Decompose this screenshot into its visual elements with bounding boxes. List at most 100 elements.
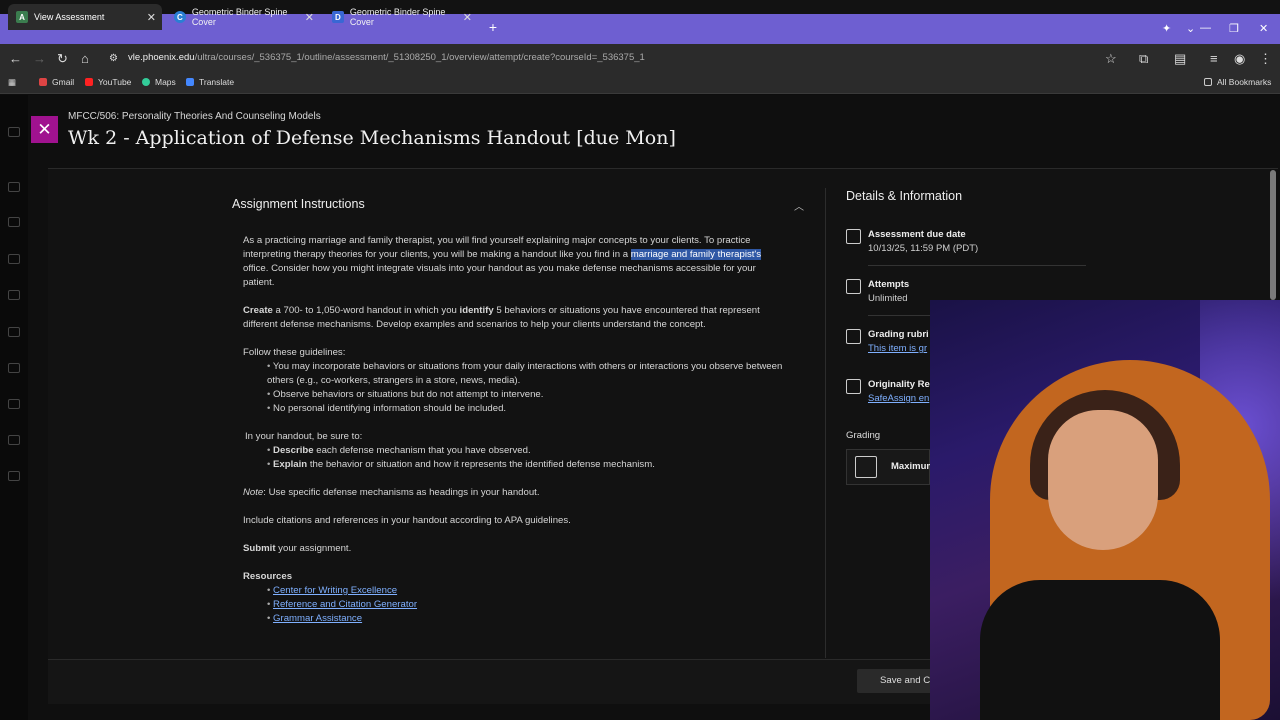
rail-item-icon[interactable] (8, 217, 20, 227)
note-text: : Use specific defense mechanisms as hea… (263, 487, 540, 498)
bookmark-label: Translate (199, 77, 235, 87)
create-paragraph: Create a 700- to 1,050-word handout in w… (243, 304, 788, 332)
media-icon[interactable]: ≡ (1210, 51, 1218, 66)
rail-item-icon[interactable] (8, 399, 20, 409)
sure-item: Explain the behavior or situation and ho… (267, 458, 788, 472)
rail-item-icon[interactable] (8, 435, 20, 445)
scrollbar[interactable] (1270, 170, 1276, 300)
identify-bold: identify (459, 305, 494, 316)
close-tab-icon[interactable]: ✕ (147, 11, 156, 24)
profile-avatar-icon[interactable]: ◉ (1234, 51, 1245, 67)
checkbox-icon (846, 279, 861, 294)
tab-favicon-icon: D (332, 11, 344, 23)
guideline-item: Observe behaviors or situations but do n… (267, 388, 788, 402)
bookmark-translate[interactable]: Translate (186, 77, 234, 87)
safeassign-link[interactable]: SafeAssign en (868, 393, 929, 404)
report-icon (846, 379, 861, 394)
close-tab-icon[interactable]: ✕ (305, 11, 314, 24)
maximize-icon[interactable]: ❐ (1229, 22, 1239, 35)
bookmark-star-icon[interactable]: ☆ (1105, 51, 1117, 67)
collapse-chevron-icon[interactable]: ︿ (794, 198, 804, 213)
tab-geometric-binder-1[interactable]: C Geometric Binder Spine Cover ✕ (166, 4, 320, 30)
close-window-icon[interactable]: ✕ (1259, 22, 1268, 35)
back-icon[interactable]: ← (9, 51, 22, 66)
tab-favicon-icon: A (16, 11, 28, 23)
guideline-item: You may incorporate behaviors or situati… (267, 360, 788, 388)
reload-icon[interactable]: ↻ (57, 51, 68, 67)
tab-search-icon[interactable]: ⌄ (1186, 22, 1195, 35)
create-bold: Create (243, 305, 273, 316)
minimize-icon[interactable]: — (1200, 22, 1211, 34)
sure-intro: In your handout, be sure to: (245, 431, 363, 442)
tab-label: View Assessment (34, 12, 105, 22)
youtube-icon (85, 78, 93, 86)
rail-item-icon[interactable] (8, 290, 20, 300)
maps-icon (142, 78, 150, 86)
bookmark-youtube[interactable]: YouTube (85, 77, 131, 87)
rubric-label: Grading rubri (868, 329, 929, 340)
menu-icon[interactable]: ⋮ (1259, 51, 1272, 67)
attempts-value: Unlimited (868, 293, 908, 304)
resource-item: Center for Writing Excellence (267, 584, 788, 598)
resource-link-writing[interactable]: Center for Writing Excellence (273, 585, 397, 596)
close-tab-icon[interactable]: ✕ (463, 11, 472, 24)
apps-icon[interactable]: ▦ (8, 77, 16, 88)
bookmark-label: YouTube (98, 77, 132, 87)
site-info-icon[interactable]: ⚙ (109, 53, 118, 64)
intro-text: office. Consider how you might integrate… (243, 263, 756, 288)
rail-item-icon[interactable] (8, 127, 20, 137)
sure-item: Describe each defense mechanism that you… (267, 444, 788, 458)
rail-item-icon[interactable] (8, 363, 20, 373)
bookmark-maps[interactable]: Maps (142, 77, 176, 87)
resources-list: Center for Writing Excellence Reference … (267, 584, 788, 626)
details-divider (868, 265, 1086, 266)
url-domain: vle.phoenix.edu (128, 52, 195, 63)
all-bookmarks[interactable]: All Bookmarks (1204, 77, 1271, 87)
grading-card[interactable]: Maximum (846, 449, 935, 485)
resource-item: Grammar Assistance (267, 612, 788, 626)
bookmark-gmail[interactable]: Gmail (39, 77, 74, 87)
rail-item-icon[interactable] (8, 254, 20, 264)
submit-text: your assignment. (275, 543, 352, 554)
gemini-icon[interactable]: ✦ (1162, 22, 1171, 35)
sidebar-icon[interactable]: ▤ (1174, 51, 1186, 67)
new-tab-icon[interactable]: + (486, 20, 500, 34)
intro-paragraph: As a practicing marriage and family ther… (243, 234, 788, 290)
rail-item-icon[interactable] (8, 182, 20, 192)
resource-link-grammar[interactable]: Grammar Assistance (273, 613, 362, 624)
home-icon[interactable]: ⌂ (81, 51, 89, 66)
guidelines-intro: Follow these guidelines: (243, 347, 346, 358)
originality-label: Originality Re (868, 379, 930, 390)
extensions-icon[interactable]: ⧉ (1139, 51, 1148, 67)
forward-icon[interactable]: → (33, 51, 46, 66)
rail-item-icon[interactable] (8, 471, 20, 481)
save-and-close-button[interactable]: Save and C (857, 669, 937, 693)
rubric-link[interactable]: This item is gr (868, 343, 927, 354)
webcam-overlay (930, 300, 1280, 720)
due-label: Assessment due date (868, 229, 966, 240)
url-path: /ultra/courses/_536375_1/outline/assessm… (194, 52, 645, 63)
bookmark-label: Gmail (52, 77, 75, 87)
rail-item-icon[interactable] (8, 327, 20, 337)
due-value: 10/13/25, 11:59 PM (PDT) (868, 243, 979, 254)
webcam-person (1048, 410, 1158, 550)
grading-max-label: Maximum (891, 461, 935, 472)
note-paragraph: Note: Use specific defense mechanisms as… (243, 486, 788, 500)
submit-bold: Submit (243, 543, 276, 554)
close-panel-button[interactable]: ✕ (31, 116, 58, 143)
resources-heading: Resources (243, 570, 788, 584)
left-rail (0, 95, 28, 720)
url-field[interactable]: vle.phoenix.edu/ultra/courses/_536375_1/… (128, 52, 645, 63)
details-heading: Details & Information (846, 189, 963, 203)
rubric-grid-icon (846, 329, 861, 344)
tab-favicon-icon: C (174, 11, 186, 23)
grading-list-icon (855, 456, 877, 478)
tab-geometric-binder-2[interactable]: D Geometric Binder Spine Cover ✕ (324, 4, 478, 30)
sure-list: Describe each defense mechanism that you… (267, 444, 788, 472)
tab-view-assessment[interactable]: A View Assessment ✕ (8, 4, 162, 30)
folder-icon (1204, 78, 1212, 86)
tab-label: Geometric Binder Spine Cover (349, 7, 446, 27)
resource-link-citation[interactable]: Reference and Citation Generator (273, 599, 417, 610)
guidelines-list: You may incorporate behaviors or situati… (267, 360, 788, 416)
note-label: Note (243, 487, 264, 498)
